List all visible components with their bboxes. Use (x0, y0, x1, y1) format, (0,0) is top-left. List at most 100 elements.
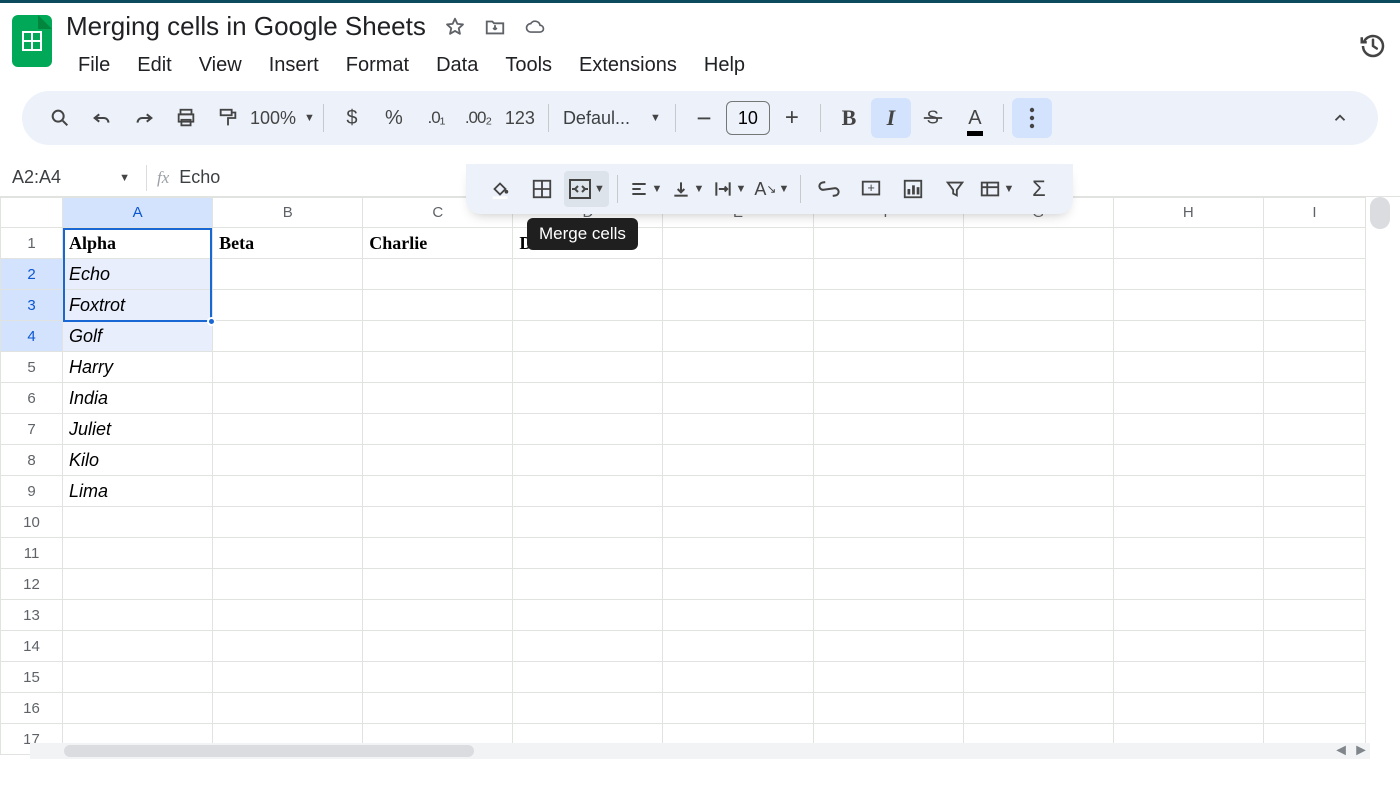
bold-button[interactable]: B (829, 98, 869, 138)
strikethrough-button[interactable]: S (913, 98, 953, 138)
cell-A1[interactable]: Alpha (63, 228, 213, 259)
font-size-input[interactable]: 10 (726, 101, 770, 135)
cell-B15[interactable] (213, 662, 363, 693)
menu-file[interactable]: File (66, 50, 122, 81)
doc-title[interactable]: Merging cells in Google Sheets (66, 11, 426, 42)
cell-B14[interactable] (213, 631, 363, 662)
cell-H11[interactable] (1113, 538, 1263, 569)
cell-E13[interactable] (663, 600, 813, 631)
cell-A12[interactable] (63, 569, 213, 600)
menu-format[interactable]: Format (334, 50, 421, 81)
selection-handle[interactable] (207, 317, 216, 326)
cell-E8[interactable] (663, 445, 813, 476)
row-header-7[interactable]: 7 (1, 414, 63, 445)
borders-button[interactable] (522, 169, 562, 209)
merge-cells-button[interactable]: ▼ (564, 171, 609, 207)
cell-B10[interactable] (213, 507, 363, 538)
cell-D6[interactable] (513, 383, 663, 414)
cell-F5[interactable] (813, 352, 963, 383)
cell-B16[interactable] (213, 693, 363, 724)
menu-edit[interactable]: Edit (125, 50, 183, 81)
chart-icon[interactable] (893, 169, 933, 209)
cell-D10[interactable] (513, 507, 663, 538)
row-header-4[interactable]: 4 (1, 321, 63, 352)
font-select[interactable]: Defaul...▼ (557, 98, 667, 138)
cell-C2[interactable] (363, 259, 513, 290)
redo-icon[interactable] (124, 98, 164, 138)
row-header-1[interactable]: 1 (1, 228, 63, 259)
zoom-select[interactable]: 100%▼ (250, 98, 315, 138)
cell-B8[interactable] (213, 445, 363, 476)
row-header-8[interactable]: 8 (1, 445, 63, 476)
column-header-H[interactable]: H (1113, 198, 1263, 228)
text-rotation-button[interactable]: A↘▼ (752, 169, 792, 209)
cell-I6[interactable] (1263, 383, 1365, 414)
cell-B6[interactable] (213, 383, 363, 414)
formula-input[interactable]: Echo (179, 167, 220, 188)
cell-H7[interactable] (1113, 414, 1263, 445)
cell-A7[interactable]: Juliet (63, 414, 213, 445)
cell-D14[interactable] (513, 631, 663, 662)
cell-B5[interactable] (213, 352, 363, 383)
cell-I15[interactable] (1263, 662, 1365, 693)
filter-icon[interactable] (935, 169, 975, 209)
vertical-scrollbar[interactable] (1372, 197, 1396, 737)
cell-E14[interactable] (663, 631, 813, 662)
cell-G15[interactable] (963, 662, 1113, 693)
search-icon[interactable] (40, 98, 80, 138)
row-header-12[interactable]: 12 (1, 569, 63, 600)
cell-G8[interactable] (963, 445, 1113, 476)
move-to-drive-icon[interactable] (484, 16, 506, 38)
row-header-11[interactable]: 11 (1, 538, 63, 569)
cell-D16[interactable] (513, 693, 663, 724)
horizontal-scrollbar[interactable]: ◄ ► (0, 741, 1400, 761)
cell-A15[interactable] (63, 662, 213, 693)
cell-I8[interactable] (1263, 445, 1365, 476)
cell-F7[interactable] (813, 414, 963, 445)
row-header-15[interactable]: 15 (1, 662, 63, 693)
cell-D3[interactable] (513, 290, 663, 321)
cell-H4[interactable] (1113, 321, 1263, 352)
cell-H2[interactable] (1113, 259, 1263, 290)
menu-tools[interactable]: Tools (493, 50, 564, 81)
cell-A9[interactable]: Lima (63, 476, 213, 507)
cell-I4[interactable] (1263, 321, 1365, 352)
cell-I13[interactable] (1263, 600, 1365, 631)
cell-H8[interactable] (1113, 445, 1263, 476)
cell-C11[interactable] (363, 538, 513, 569)
horizontal-align-button[interactable]: ▼ (626, 169, 666, 209)
functions-icon[interactable]: Σ (1019, 169, 1059, 209)
paint-format-icon[interactable] (208, 98, 248, 138)
cell-B11[interactable] (213, 538, 363, 569)
row-header-3[interactable]: 3 (1, 290, 63, 321)
cell-E6[interactable] (663, 383, 813, 414)
cell-B1[interactable]: Beta (213, 228, 363, 259)
cell-C15[interactable] (363, 662, 513, 693)
cell-F3[interactable] (813, 290, 963, 321)
cell-H5[interactable] (1113, 352, 1263, 383)
cell-C1[interactable]: Charlie (363, 228, 513, 259)
select-all-corner[interactable] (1, 198, 63, 228)
link-icon[interactable] (809, 169, 849, 209)
cell-G6[interactable] (963, 383, 1113, 414)
cell-C12[interactable] (363, 569, 513, 600)
row-header-13[interactable]: 13 (1, 600, 63, 631)
cell-G9[interactable] (963, 476, 1113, 507)
cell-E12[interactable] (663, 569, 813, 600)
cell-E10[interactable] (663, 507, 813, 538)
cell-C14[interactable] (363, 631, 513, 662)
cell-F1[interactable] (813, 228, 963, 259)
number-format-select[interactable]: 123 (500, 98, 540, 138)
cell-G12[interactable] (963, 569, 1113, 600)
menu-help[interactable]: Help (692, 50, 757, 81)
vertical-align-button[interactable]: ▼ (668, 169, 708, 209)
cell-E9[interactable] (663, 476, 813, 507)
cell-E15[interactable] (663, 662, 813, 693)
cell-C5[interactable] (363, 352, 513, 383)
cell-G2[interactable] (963, 259, 1113, 290)
cell-F14[interactable] (813, 631, 963, 662)
text-color-button[interactable]: A (955, 98, 995, 138)
cell-B13[interactable] (213, 600, 363, 631)
table-view-button[interactable]: ▼ (977, 169, 1017, 209)
cell-C7[interactable] (363, 414, 513, 445)
